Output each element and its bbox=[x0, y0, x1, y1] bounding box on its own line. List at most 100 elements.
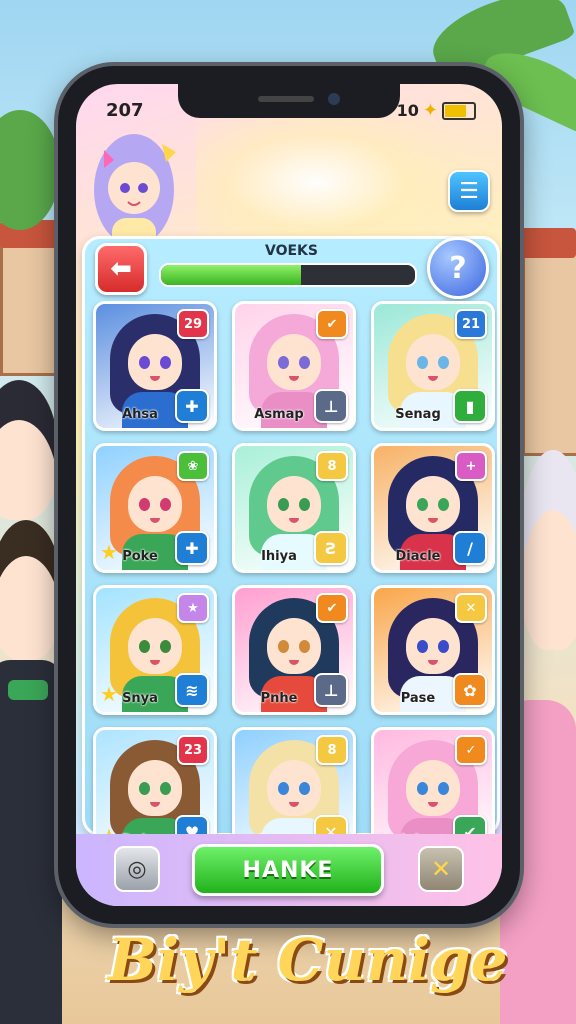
side-character-suit bbox=[0, 660, 62, 1024]
sparkle-icon: ✦ bbox=[422, 100, 438, 121]
character-face bbox=[267, 760, 321, 816]
card-badge: 23 bbox=[177, 735, 209, 765]
character-name: Ihiya bbox=[261, 549, 297, 564]
character-face bbox=[406, 618, 460, 674]
card-action-button[interactable]: ▮ bbox=[453, 389, 487, 423]
character-face bbox=[128, 618, 182, 674]
character-face bbox=[267, 334, 321, 390]
character-name: Diacle bbox=[395, 549, 441, 564]
character-name: Pase bbox=[400, 691, 436, 706]
character-face bbox=[406, 760, 460, 816]
character-eye bbox=[417, 782, 428, 795]
card-action-button[interactable]: ≋ bbox=[175, 673, 209, 707]
side-character-girl-right bbox=[518, 450, 576, 650]
character-eye bbox=[278, 498, 289, 511]
main-action-button[interactable]: HANKE bbox=[192, 844, 384, 896]
card-action-button[interactable]: / bbox=[453, 531, 487, 565]
character-card[interactable]: + / Diacle bbox=[371, 443, 495, 573]
background-house-left bbox=[0, 240, 66, 376]
card-badge: ✔ bbox=[316, 309, 348, 339]
game-logo: Biy't Cunige bbox=[108, 926, 508, 994]
card-badge: ★ bbox=[177, 593, 209, 623]
character-face bbox=[128, 760, 182, 816]
card-action-button[interactable]: Ƨ bbox=[314, 531, 348, 565]
card-action-button[interactable]: ✚ bbox=[175, 531, 209, 565]
character-eye bbox=[278, 782, 289, 795]
card-badge: 8 bbox=[316, 451, 348, 481]
card-badge: ✓ bbox=[455, 735, 487, 765]
card-action-button[interactable]: ⊥ bbox=[314, 389, 348, 423]
card-badge: 21 bbox=[455, 309, 487, 339]
character-face bbox=[128, 334, 182, 390]
card-badge: + bbox=[455, 451, 487, 481]
background-house-right bbox=[522, 250, 576, 456]
back-button[interactable]: ⬅ bbox=[95, 243, 147, 295]
character-card[interactable]: ✔ ⊥ Pnhe bbox=[232, 585, 356, 715]
card-action-button[interactable]: ✿ bbox=[453, 673, 487, 707]
character-card[interactable]: 8 Ƨ Ihiya bbox=[232, 443, 356, 573]
card-badge: ✕ bbox=[455, 593, 487, 623]
character-grid: 29 ✚ Ahsa ✔ ⊥ Asmap 21 ▮ Senag ❀ ✚ ★ Poke 8 Ƨ Ihiya + / Di… bbox=[93, 301, 495, 857]
panel-title: VOEKS bbox=[265, 243, 318, 259]
panel-topbar: ⬅ VOEKS ? bbox=[85, 237, 497, 299]
character-eye bbox=[160, 498, 171, 511]
close-button[interactable]: ✕ bbox=[418, 846, 464, 892]
character-eye bbox=[438, 782, 449, 795]
character-eye bbox=[299, 640, 310, 653]
hamburger-icon: ☰ bbox=[459, 178, 479, 204]
card-badge: 29 bbox=[177, 309, 209, 339]
phone-frame: 207 10 ✦ ☰ ⬅ VOEKS ? 29 ✚ Ahsa ✔ ⊥ Asmap… bbox=[58, 66, 520, 924]
character-panel: ⬅ VOEKS ? 29 ✚ Ahsa ✔ ⊥ Asmap 21 ▮ Senag ❀ ✚ ★ Poke 8… bbox=[82, 236, 500, 857]
character-eye bbox=[299, 782, 310, 795]
camera-button[interactable]: ◎ bbox=[114, 846, 160, 892]
camera-icon: ◎ bbox=[127, 856, 147, 882]
front-camera bbox=[328, 93, 340, 105]
character-card[interactable]: ✔ ⊥ Asmap bbox=[232, 301, 356, 431]
card-badge: ✔ bbox=[316, 593, 348, 623]
character-name: Poke bbox=[122, 549, 158, 564]
menu-button[interactable]: ☰ bbox=[448, 170, 490, 212]
phone-screen: 207 10 ✦ ☰ ⬅ VOEKS ? 29 ✚ Ahsa ✔ ⊥ Asmap… bbox=[76, 84, 502, 906]
status-time: 207 bbox=[106, 100, 144, 121]
character-card[interactable]: ✕ ✿ Pase bbox=[371, 585, 495, 715]
phone-notch bbox=[178, 84, 400, 118]
character-card[interactable]: ❀ ✚ ★ Poke bbox=[93, 443, 217, 573]
progress-fill bbox=[161, 265, 301, 285]
progress-bar bbox=[159, 263, 417, 287]
arrow-left-icon: ⬅ bbox=[110, 254, 132, 284]
character-eye bbox=[438, 498, 449, 511]
side-character-boy-upper bbox=[0, 380, 58, 520]
question-icon: ? bbox=[449, 250, 467, 286]
character-card[interactable]: 29 ✚ Ahsa bbox=[93, 301, 217, 431]
status-count: 10 bbox=[396, 101, 419, 120]
background-roof-right bbox=[516, 228, 576, 258]
character-eye bbox=[139, 498, 150, 511]
character-name: Ahsa bbox=[122, 407, 158, 422]
character-face bbox=[267, 476, 321, 532]
character-card[interactable]: ★ ≋ ★ Snya bbox=[93, 585, 217, 715]
character-name: Snya bbox=[122, 691, 158, 706]
character-face bbox=[267, 618, 321, 674]
character-eye bbox=[299, 498, 310, 511]
card-badge: 8 bbox=[316, 735, 348, 765]
character-eye bbox=[139, 640, 150, 653]
x-icon: ✕ bbox=[430, 855, 452, 883]
character-name: Pnhe bbox=[260, 691, 298, 706]
character-eye bbox=[160, 356, 171, 369]
card-action-button[interactable]: ✚ bbox=[175, 389, 209, 423]
character-face bbox=[406, 476, 460, 532]
card-action-button[interactable]: ⊥ bbox=[314, 673, 348, 707]
side-character-boy-lower bbox=[0, 520, 62, 660]
character-eye bbox=[417, 498, 428, 511]
character-card[interactable]: 21 ▮ Senag bbox=[371, 301, 495, 431]
background-tree-left bbox=[0, 110, 60, 230]
character-name: Senag bbox=[395, 407, 441, 422]
bottom-bar: ◎ HANKE ✕ bbox=[76, 834, 502, 906]
character-face bbox=[406, 334, 460, 390]
character-eye bbox=[278, 356, 289, 369]
character-face bbox=[128, 476, 182, 532]
card-badge: ❀ bbox=[177, 451, 209, 481]
character-eye bbox=[299, 356, 310, 369]
battery-icon bbox=[442, 101, 476, 120]
help-button[interactable]: ? bbox=[427, 237, 489, 299]
